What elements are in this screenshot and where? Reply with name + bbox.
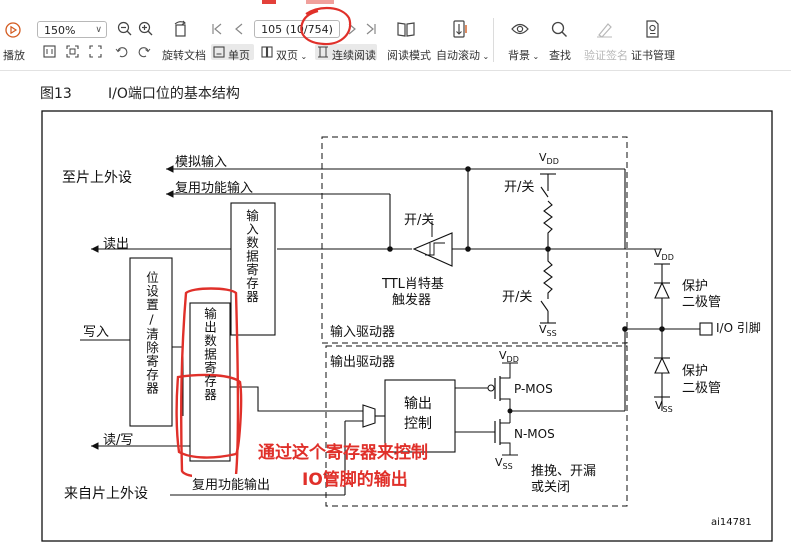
prev-page-icon[interactable] [232,22,246,36]
alt-input-label: 复用功能输入 [175,181,254,196]
output-data-register-label: 输出数据寄存器 [202,307,217,402]
tab-indicator [262,0,276,4]
vdd-v: V [654,247,662,260]
upper-diode [654,281,670,299]
vdd-sub: DD [506,355,519,365]
annotation-line-2: IO管脚的输出 [302,470,408,490]
zoom-value: 150% [44,24,76,37]
vss-sub: SS [662,405,673,415]
single-page-label: 单页 [228,49,250,62]
io-pin-label: I/O 引脚 [716,321,761,335]
zoom-select[interactable]: 150% ∨ [37,21,107,38]
pmos-label: P-MOS [514,382,553,396]
zoom-in-icon[interactable] [138,21,154,37]
chevron-down-icon: ⌄ [530,52,540,61]
first-page-icon[interactable] [210,22,224,36]
vdd-label-top: VDD [539,151,559,166]
write-label: 写入 [83,325,110,340]
output-mux [362,404,376,428]
output-ctrl-label-2: 控制 [404,416,432,432]
background-button[interactable]: 背景 ⌄ [508,47,539,63]
double-page-icon[interactable] [261,46,273,58]
vdd-v: V [539,151,547,164]
auto-scroll-button[interactable]: 自动滚动 ⌄ [436,47,489,63]
output-ctrl-label-1: 输出 [404,396,432,412]
figure-id: ai14781 [711,517,752,528]
auto-scroll-icon[interactable] [451,19,469,39]
vss-v: V [655,399,663,412]
rotate-icon[interactable] [172,20,190,38]
pullup-switch-label: 开/关 [504,180,535,195]
input-driver-box [321,136,628,344]
rotate-right-icon[interactable] [138,45,151,58]
read-label: 读出 [103,237,130,252]
input-data-register-label: 输入数据寄存器 [244,209,259,304]
read-mode-button[interactable]: 阅读模式 [387,47,431,63]
vss-sub: SS [546,329,557,339]
vdd-sub: DD [661,253,674,263]
vdd-label-pmos: VDD [499,349,519,364]
toolbar-divider [493,18,494,62]
single-page-icon [213,46,225,58]
input-driver-label: 输入驱动器 [330,325,396,340]
chevron-down-icon: ∨ [95,25,102,35]
fit-width-icon[interactable] [43,45,56,58]
last-page-icon[interactable] [364,22,378,36]
search-icon[interactable] [551,21,568,38]
diode-label-upper: 二极管 [682,295,722,310]
auto-scroll-label: 自动滚动 [436,49,480,62]
alt-output-label: 复用功能输出 [192,474,271,493]
vss-v: V [539,323,547,336]
vss-label-nmos: VSS [495,456,513,471]
background-label: 背景 [508,49,530,62]
vss-label-mid: VSS [539,323,557,338]
fit-page-icon[interactable] [66,45,79,58]
rotate-doc-button[interactable]: 旋转文档 [162,47,206,63]
lower-diode [654,356,670,374]
cert-manage-button[interactable]: 证书管理 [631,47,675,63]
eye-icon[interactable] [511,22,529,36]
vdd-label-diode: VDD [654,247,674,262]
double-page-label: 双页 [276,49,298,62]
pull-down-resistor [543,249,553,299]
pull-up-resistor [543,200,553,249]
find-button[interactable]: 查找 [549,47,571,63]
continuous-read-label: 连续阅读 [332,49,376,62]
annotation-line-1: 通过这个寄存器来控制 [258,443,428,463]
output-driver-label: 输出驱动器 [330,355,396,370]
document-page: 图13 I/O端口位的基本结构 至片上外设 来自片上外设 模拟输入 复用功能输入… [0,71,791,545]
reader-toolbar: 播放 150% ∨ 旋转文档 105 (10/754) 阅读模式 自动滚动 ⌄ … [0,0,791,71]
trigger-label: 触发器 [392,293,432,308]
diode-label-lower: 二极管 [682,381,722,396]
vss-sub: SS [502,462,513,472]
vss-label-diode: VSS [655,399,673,414]
switch-label: 开/关 [404,213,435,228]
io-pin-pad [699,322,713,336]
schmitt-trigger [412,232,453,267]
verify-signature-button[interactable]: 验证签名 [584,47,628,63]
push-pull-label-2: 或关闭 [531,480,571,495]
read-write-label: 读/写 [103,433,134,448]
zoom-out-icon[interactable] [117,21,133,37]
bsr-register-label: 位设置/清除寄存器 [144,271,159,395]
book-icon[interactable] [396,20,416,38]
chevron-down-icon: ⌄ [480,52,490,61]
vdd-v: V [499,349,507,362]
analog-input-label: 模拟输入 [175,155,228,170]
actual-size-icon[interactable] [89,45,102,58]
nmos-label: N-MOS [514,427,555,441]
rotate-left-icon[interactable] [115,45,128,58]
play-icon[interactable] [5,22,21,38]
vdd-sub: DD [546,157,559,167]
certificate-icon[interactable] [644,20,660,38]
vss-v: V [495,456,503,469]
to-peripheral-label: 至片上外设 [62,170,132,186]
double-page-button[interactable]: 双页 ⌄ [276,47,307,63]
signature-icon[interactable] [596,21,613,38]
red-ink-circle [300,7,352,46]
pulldown-switch-label: 开/关 [502,290,533,305]
play-button[interactable]: 播放 [3,47,25,63]
from-peripheral-label: 来自片上外设 [64,486,148,502]
chevron-down-icon: ⌄ [298,52,308,61]
